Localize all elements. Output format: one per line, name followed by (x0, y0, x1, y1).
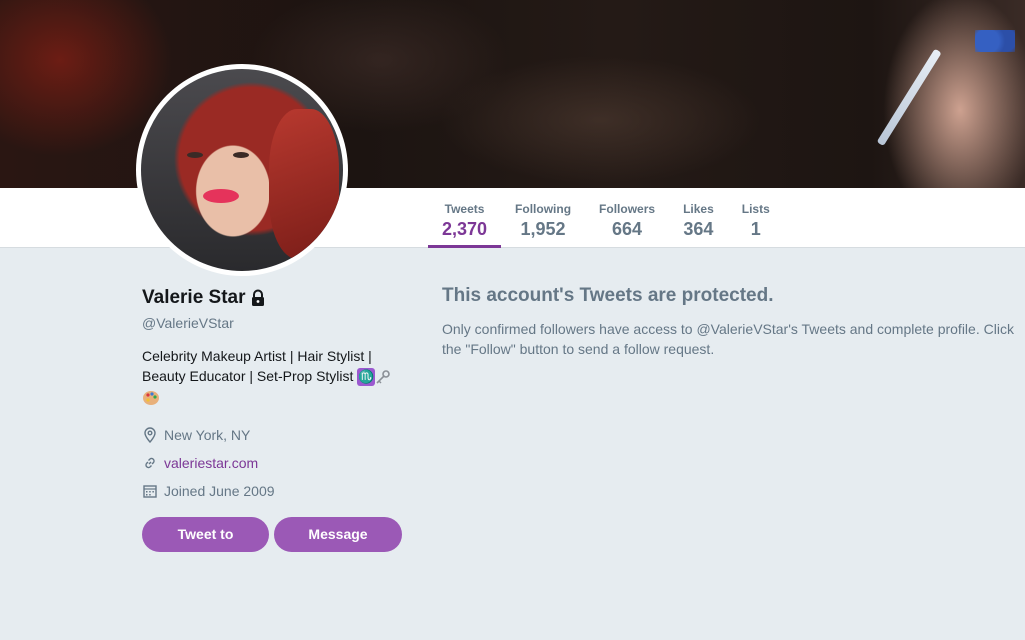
profile-stats: Tweets 2,370 Following 1,952 Followers 6… (428, 188, 784, 248)
stat-label: Tweets (444, 202, 485, 216)
stat-label: Likes (683, 202, 714, 216)
bio-line: Celebrity Makeup Artist | Hair Stylist | (142, 348, 372, 364)
protected-body: Only confirmed followers have access to … (442, 321, 1014, 357)
profile-handle[interactable]: @ValerieVStar (142, 314, 412, 332)
website-link[interactable]: valeriestar.com (164, 455, 258, 471)
stat-lists[interactable]: Lists 1 (728, 188, 784, 248)
stat-following[interactable]: Following 1,952 (501, 188, 585, 248)
avatar-eye (233, 152, 249, 158)
avatar-eye (187, 152, 203, 158)
bio-line: Beauty Educator | Set-Prop Stylist (142, 368, 354, 384)
avatar-hair (269, 109, 339, 259)
banner-nails (975, 30, 1015, 52)
location-row: New York, NY (142, 421, 412, 449)
stat-value: 1 (750, 219, 761, 239)
profile-name[interactable]: Valerie Star (142, 286, 246, 310)
stat-label: Following (515, 202, 572, 216)
stat-value: 664 (612, 219, 643, 239)
joined-row: Joined June 2009 (142, 477, 412, 505)
stat-value: 1,952 (520, 219, 566, 239)
link-icon (145, 457, 155, 468)
stat-value: 364 (683, 219, 714, 239)
profile-actions: Tweet to Message (142, 516, 412, 552)
stat-label: Lists (741, 202, 770, 216)
calendar-icon (143, 484, 157, 498)
name-row: Valerie Star (142, 286, 412, 310)
profile-card: Valerie Star @ValerieVStar Celebrity Mak… (142, 286, 412, 552)
protected-notice: This account's Tweets are protected. Onl… (442, 284, 1022, 359)
location-pin-icon (144, 426, 156, 443)
avatar-photo (141, 69, 343, 271)
stat-value: 2,370 (442, 219, 488, 239)
profile-meta: New York, NY valeriestar.com Joined June… (142, 421, 412, 505)
message-button[interactable]: Message (274, 516, 402, 552)
stat-label: Followers (599, 202, 656, 216)
stat-likes[interactable]: Likes 364 (669, 188, 728, 248)
avatar[interactable] (136, 64, 348, 276)
website-row: valeriestar.com (142, 449, 412, 477)
scorpio-icon: ♏ (357, 368, 376, 387)
lock-icon (251, 289, 264, 306)
stat-followers[interactable]: Followers 664 (585, 188, 669, 248)
banner-brush (876, 48, 942, 147)
joined-text: Joined June 2009 (164, 482, 275, 499)
stat-tweets[interactable]: Tweets 2,370 (428, 188, 502, 248)
location-text: New York, NY (164, 426, 251, 443)
key-icon (376, 370, 391, 384)
protected-title: This account's Tweets are protected. (442, 285, 774, 306)
avatar-lips (203, 189, 239, 203)
palette-icon (143, 390, 159, 405)
tweet-to-button[interactable]: Tweet to (142, 516, 269, 552)
profile-bio: Celebrity Makeup Artist | Hair Stylist |… (142, 346, 407, 407)
